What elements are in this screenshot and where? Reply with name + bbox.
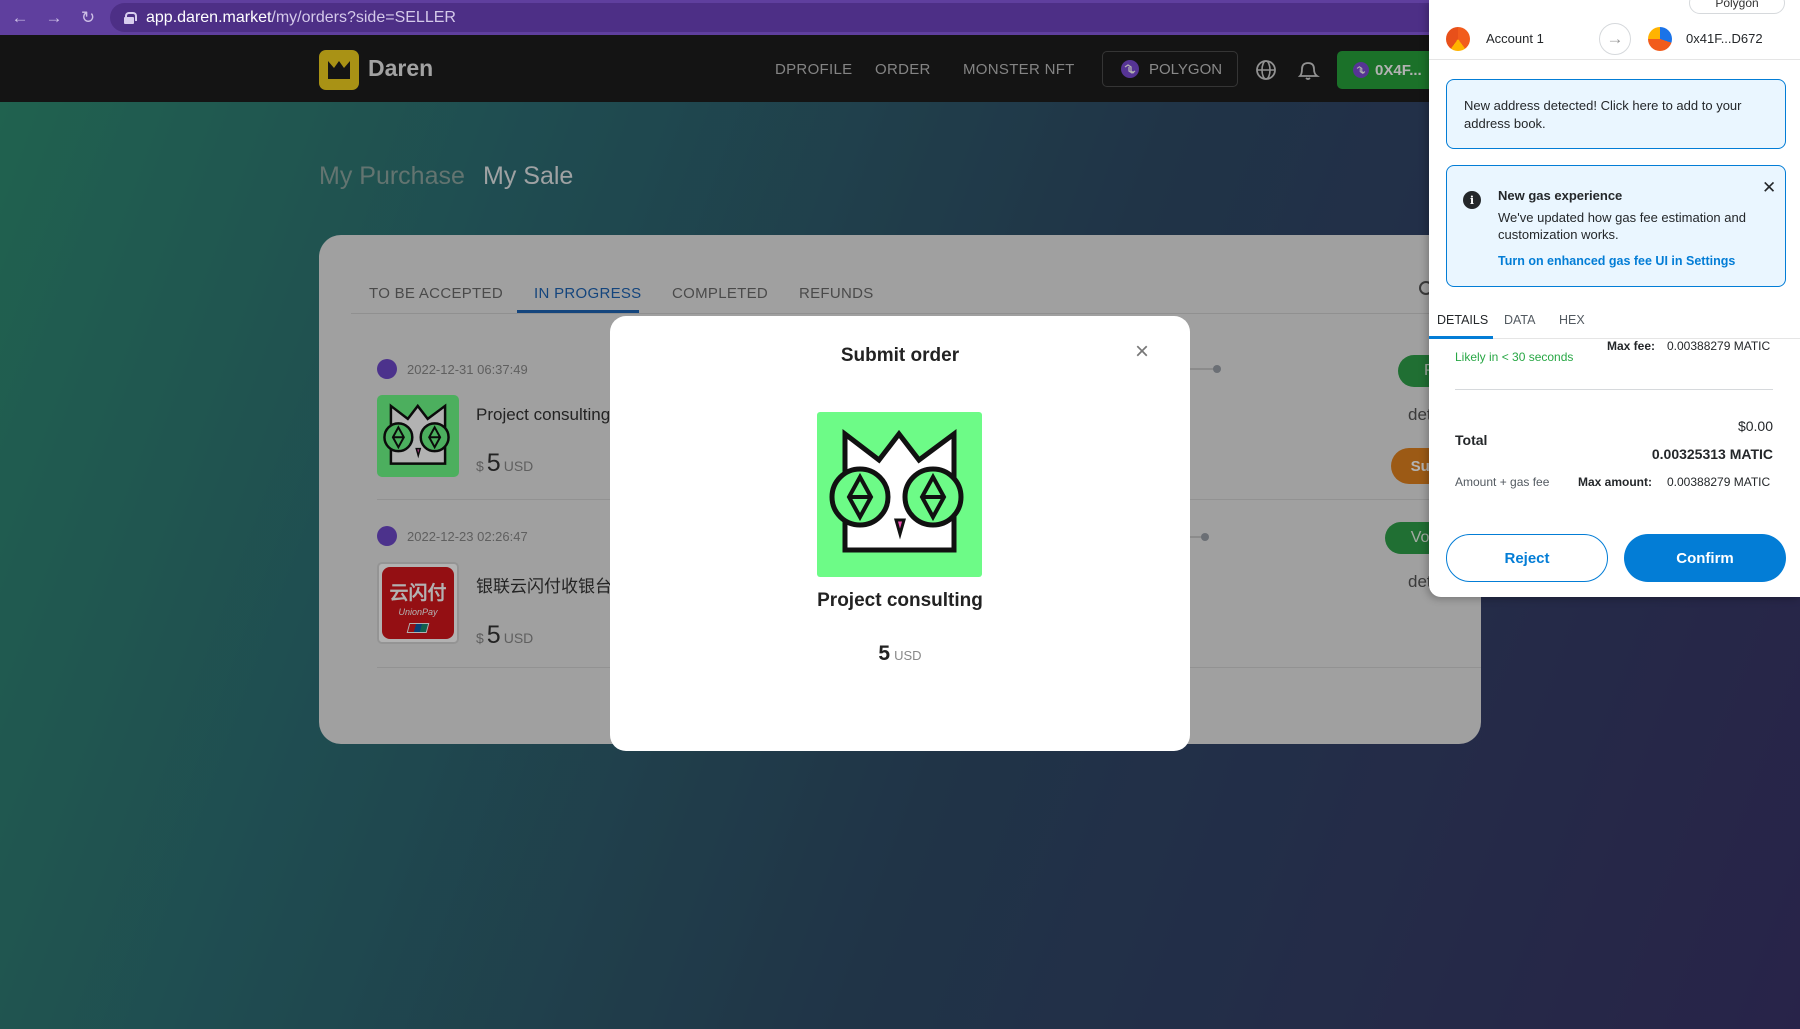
metamask-tabs: DETAILS DATA HEX: [1429, 303, 1800, 339]
reject-button[interactable]: Reject: [1446, 534, 1608, 582]
tab-hex[interactable]: HEX: [1559, 313, 1585, 327]
confirm-button[interactable]: Confirm: [1624, 534, 1786, 582]
close-icon[interactable]: ×: [1130, 340, 1154, 364]
back-icon[interactable]: ←: [6, 4, 34, 32]
gas-timing-estimate: Likely in < 30 seconds: [1455, 350, 1574, 364]
price-amount: 5: [878, 642, 891, 665]
arrow-right-icon: →: [1599, 23, 1631, 55]
account-transfer-bar: Account 1 → 0x41F...D672: [1429, 18, 1800, 60]
gas-experience-notice: i New gas experience We've updated how g…: [1446, 165, 1786, 287]
price-unit: USD: [894, 648, 922, 663]
submit-order-modal: Submit order × Project consulting 5 USD: [610, 316, 1190, 751]
total-usd: $0.00: [1737, 418, 1773, 434]
section-divider: [1455, 389, 1773, 390]
new-address-alert[interactable]: New address detected! Click here to add …: [1446, 79, 1786, 149]
gas-notice-title: New gas experience: [1498, 188, 1623, 203]
info-icon: i: [1463, 191, 1481, 209]
address-bar[interactable]: app.daren.market/my/orders?side=SELLER: [110, 3, 1470, 32]
modal-title: Submit order: [840, 345, 960, 366]
lock-icon: [124, 11, 137, 24]
close-icon[interactable]: ✕: [1762, 178, 1776, 198]
max-fee-label: Max fee:: [1607, 339, 1656, 353]
to-address[interactable]: 0x41F...D672: [1686, 31, 1763, 46]
metamask-network-indicator[interactable]: Polygon: [1689, 0, 1785, 14]
total-label: Total: [1455, 432, 1488, 448]
forward-icon[interactable]: →: [40, 4, 68, 32]
total-matic: 0.00325313 MATIC: [1651, 446, 1773, 462]
url-path: /my/orders?side=SELLER: [271, 8, 456, 26]
active-tab-indicator: [1429, 336, 1493, 339]
network-name: Polygon: [1715, 0, 1759, 10]
tab-details[interactable]: DETAILS: [1437, 313, 1488, 327]
gas-notice-body: We've updated how gas fee estimation and…: [1498, 210, 1746, 242]
new-address-text: New address detected! Click here to add …: [1464, 98, 1742, 131]
product-price: 5 USD: [610, 642, 1190, 666]
max-fee-value: 0.00388279 MATIC: [1667, 339, 1771, 353]
from-account-name[interactable]: Account 1: [1486, 31, 1544, 46]
tab-data[interactable]: DATA: [1504, 313, 1535, 327]
enhanced-gas-settings-link[interactable]: Turn on enhanced gas fee UI in Settings: [1498, 254, 1735, 268]
from-account-avatar: [1446, 27, 1470, 51]
amount-gas-label: Amount + gas fee: [1455, 475, 1550, 489]
to-account-avatar: [1648, 27, 1672, 51]
metamask-confirmation-popup: Polygon Account 1 → 0x41F...D672 New add…: [1429, 0, 1800, 597]
product-name: Project consulting: [817, 590, 983, 611]
max-amount-label: Max amount:: [1578, 475, 1653, 489]
max-amount-value: 0.00388279 MATIC: [1667, 475, 1771, 489]
product-image: [817, 412, 982, 577]
url-host: app.daren.market: [146, 8, 272, 26]
reload-icon[interactable]: ↻: [74, 4, 102, 32]
